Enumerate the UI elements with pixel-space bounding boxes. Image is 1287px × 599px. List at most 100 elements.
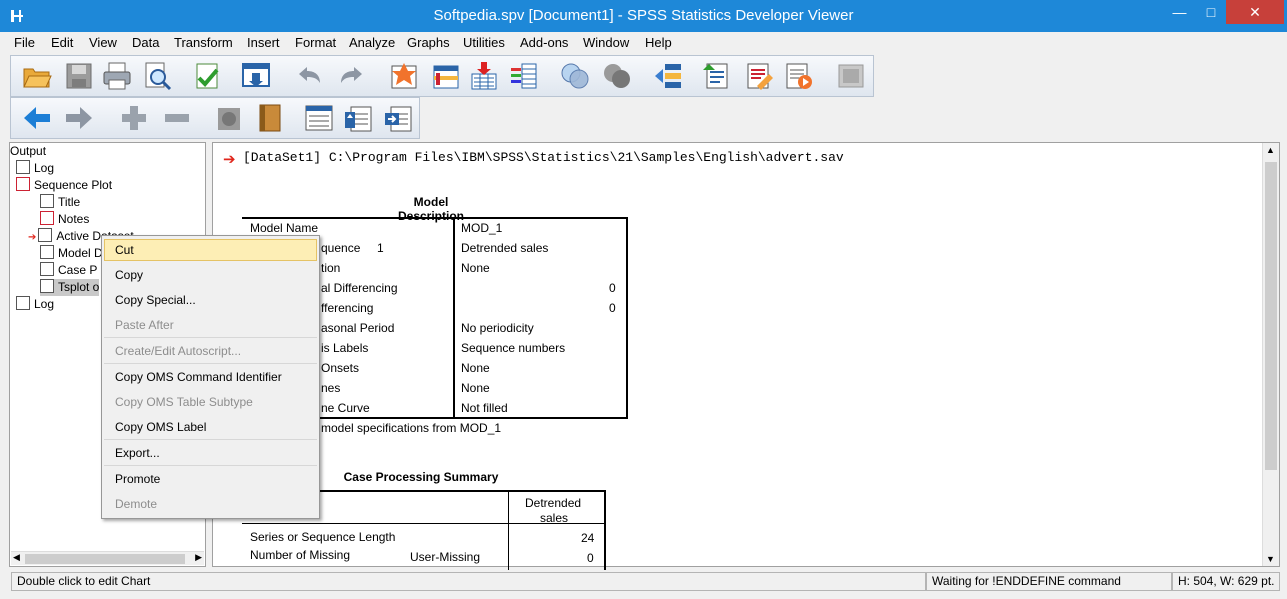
md-row-label: tion xyxy=(321,261,341,275)
tree-item-log-2[interactable]: Log xyxy=(16,296,54,313)
menu-item-create-edit-autoscript: Create/Edit Autoscript... xyxy=(115,344,242,358)
menu-utilities[interactable]: Utilities xyxy=(463,35,505,50)
goto-case-icon[interactable] xyxy=(430,60,462,92)
disabled-icon xyxy=(838,64,864,88)
menu-item-copy-oms-label[interactable]: Copy OMS Label xyxy=(104,416,317,438)
menu-add-ons[interactable]: Add-ons xyxy=(520,35,568,50)
menu-item-export[interactable]: Export... xyxy=(104,442,317,464)
save-icon[interactable] xyxy=(63,60,95,92)
tree-scroll-thumb[interactable] xyxy=(25,554,185,564)
scroll-right-icon[interactable]: ▶ xyxy=(195,552,202,563)
md-row-value: None xyxy=(461,361,490,375)
cps-row-value: 24 xyxy=(581,531,595,545)
create-edit-autoscript-icon[interactable] xyxy=(701,60,733,92)
md-row-value: None xyxy=(461,381,490,395)
menu-analyze[interactable]: Analyze xyxy=(349,35,395,50)
navigation-toolbar xyxy=(10,97,420,139)
menu-window[interactable]: Window xyxy=(583,35,629,50)
maximize-button[interactable]: □ xyxy=(1196,0,1226,24)
export-icon[interactable] xyxy=(191,60,223,92)
menu-item-copy-oms-command-identifier[interactable]: Copy OMS Command Identifier xyxy=(104,366,317,388)
variables-icon[interactable] xyxy=(508,60,540,92)
tree-item-model-description[interactable]: Model D xyxy=(40,245,103,262)
insert-heading-icon[interactable] xyxy=(303,102,335,134)
cps-header-line2: sales xyxy=(540,511,569,525)
forward-icon[interactable] xyxy=(63,102,95,134)
tree-item-tsplot[interactable]: Tsplot o xyxy=(40,279,100,296)
show-icon[interactable] xyxy=(214,102,246,134)
hide-icon[interactable] xyxy=(254,102,286,134)
menu-transform[interactable]: Transform xyxy=(174,35,233,50)
goto-data-icon[interactable] xyxy=(388,60,420,92)
menu-data[interactable]: Data xyxy=(132,35,159,50)
insert-text-icon[interactable] xyxy=(383,102,415,134)
recall-dialog-icon[interactable] xyxy=(240,60,272,92)
md-row-value: Detrended sales xyxy=(461,241,549,255)
show-all-variables-icon[interactable] xyxy=(601,60,633,92)
menu-item-copy[interactable]: Copy xyxy=(104,264,317,286)
menu-help[interactable]: Help xyxy=(645,35,672,50)
procedure-icon xyxy=(16,177,30,191)
run-script-icon[interactable] xyxy=(743,60,775,92)
tree-horizontal-scrollbar[interactable]: ◀ ▶ xyxy=(11,551,204,565)
md-row-value: Sequence numbers xyxy=(461,341,566,355)
menu-item-copy-special[interactable]: Copy Special... xyxy=(104,289,317,311)
viewer-scroll-thumb[interactable] xyxy=(1265,162,1277,470)
scroll-down-icon[interactable]: ▼ xyxy=(1266,554,1275,564)
menu-file[interactable]: File xyxy=(14,35,35,50)
window-title: Softpedia.spv [Document1] - SPSS Statist… xyxy=(433,7,854,24)
open-icon[interactable] xyxy=(21,60,53,92)
dataset-command-text: [DataSet1] C:\Program Files\IBM\SPSS\Sta… xyxy=(243,150,844,165)
table-border-right xyxy=(604,490,606,570)
notes-icon xyxy=(40,211,54,225)
tree-item-case-processing[interactable]: Case P xyxy=(40,262,97,279)
expand-icon[interactable] xyxy=(118,102,150,134)
md-row-label: Onsets xyxy=(321,361,360,375)
print-icon[interactable] xyxy=(101,60,133,92)
cps-row-value: 0 xyxy=(587,551,594,565)
tree-root-output[interactable]: Output xyxy=(10,143,46,160)
text-icon xyxy=(38,228,53,242)
collapse-icon[interactable] xyxy=(161,102,193,134)
back-icon[interactable] xyxy=(21,102,53,134)
case-processing-title: Case Processing Summary xyxy=(343,470,499,484)
redo-icon[interactable] xyxy=(336,60,368,92)
table-icon xyxy=(40,262,54,276)
menu-insert[interactable]: Insert xyxy=(247,35,280,50)
md-footnote: model specifications from MOD_1 xyxy=(321,421,502,435)
menu-separator xyxy=(104,337,317,338)
menu-item-demote: Demote xyxy=(115,497,158,511)
scroll-left-icon[interactable]: ◀ xyxy=(13,552,20,563)
menu-item-promote[interactable]: Promote xyxy=(104,468,317,490)
tree-item-notes[interactable]: Notes xyxy=(40,211,89,228)
menu-view[interactable]: View xyxy=(89,35,117,50)
tree-item-sequence-plot[interactable]: Sequence Plot xyxy=(16,177,112,194)
md-row-label: quence xyxy=(321,241,361,255)
scroll-up-icon[interactable]: ▲ xyxy=(1266,145,1275,155)
viewer-vertical-scrollbar[interactable]: ▲ ▼ xyxy=(1262,143,1279,566)
menu-graphs[interactable]: Graphs xyxy=(407,35,450,50)
undo-icon[interactable] xyxy=(293,60,325,92)
output-viewer[interactable]: ➔ [DataSet1] C:\Program Files\IBM\SPSS\S… xyxy=(212,142,1280,570)
insert-title-icon[interactable] xyxy=(343,102,375,134)
goto-variable-icon[interactable] xyxy=(468,60,500,92)
print-preview-icon[interactable] xyxy=(141,60,173,92)
menu-item-cut[interactable]: Cut xyxy=(104,239,317,261)
select-last-output-icon[interactable] xyxy=(783,60,815,92)
tree-item-log[interactable]: Log xyxy=(16,160,54,177)
menu-item-copy-oms-table-subtype: Copy OMS Table Subtype xyxy=(115,395,253,409)
menu-format[interactable]: Format xyxy=(295,35,336,50)
md-row-value: 0 xyxy=(609,301,616,315)
md-row-num: 1 xyxy=(377,241,384,255)
md-row-label: al Differencing xyxy=(321,281,398,295)
menu-edit[interactable]: Edit xyxy=(51,35,73,50)
log-icon xyxy=(16,296,30,310)
md-row-label: Model Name xyxy=(250,221,319,235)
use-variable-sets-icon[interactable] xyxy=(559,60,591,92)
md-row-label: ne Curve xyxy=(321,401,370,415)
designate-window-icon[interactable] xyxy=(653,60,685,92)
close-button[interactable]: ✕ xyxy=(1226,0,1284,24)
minimize-button[interactable]: — xyxy=(1163,0,1196,24)
table-border-top xyxy=(242,217,628,219)
tree-item-title[interactable]: Title xyxy=(40,194,80,211)
